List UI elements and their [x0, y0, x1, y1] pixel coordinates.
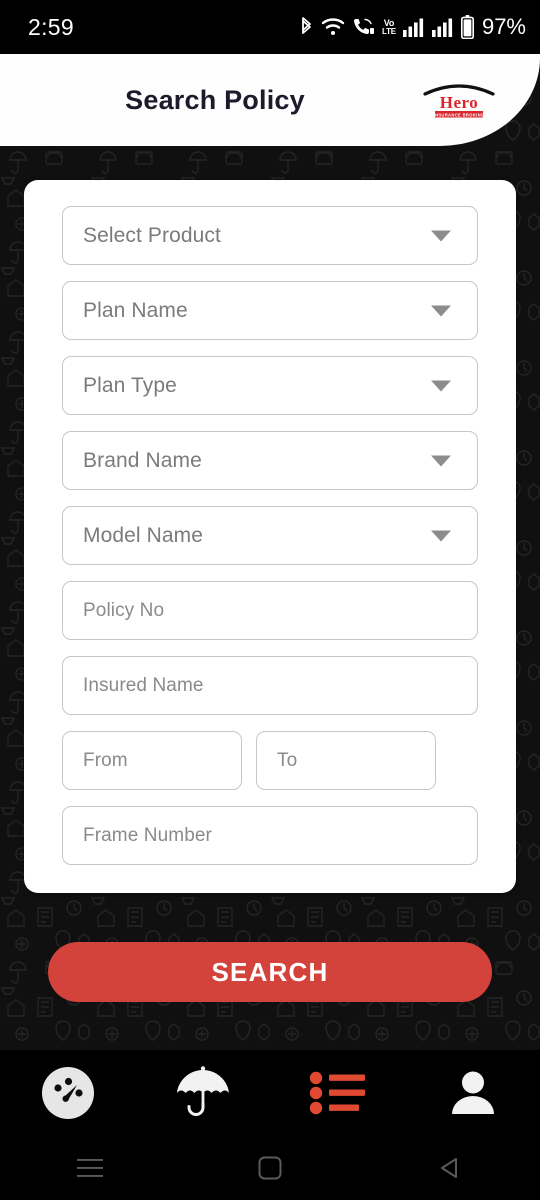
call-icon	[352, 17, 375, 38]
chevron-down-icon[interactable]	[431, 305, 451, 316]
date-range-row: From To	[62, 731, 478, 790]
hamburger-icon[interactable]	[77, 1157, 103, 1179]
nav-item-list[interactable]	[270, 1050, 405, 1136]
bottom-navigation-bar	[0, 1050, 540, 1136]
model-name-placeholder: Model Name	[83, 523, 204, 547]
plan-name-placeholder: Plan Name	[83, 298, 188, 322]
home-button[interactable]	[180, 1136, 360, 1200]
hero-logo: Hero INSURANCE BROKING	[422, 80, 496, 120]
status-bar: 2:59 Vo LTE 97%	[0, 0, 540, 54]
page-title: Search Policy	[125, 84, 305, 115]
status-icon-group: Vo LTE 97%	[299, 14, 526, 40]
frame-number-placeholder: Frame Number	[83, 824, 212, 846]
plan-type-placeholder: Plan Type	[83, 373, 177, 397]
volte-icon: Vo LTE	[382, 17, 396, 36]
insured-name-placeholder: Insured Name	[83, 674, 204, 696]
search-form-card: Select Product Plan Name Plan Type Brand…	[24, 180, 516, 893]
android-navigation-bar	[0, 1136, 540, 1200]
battery-percent: 97%	[481, 14, 526, 39]
select-product-dropdown[interactable]: Select Product	[62, 206, 478, 265]
person-icon[interactable]	[446, 1066, 500, 1120]
umbrella-icon[interactable]	[172, 1062, 234, 1124]
from-date-input[interactable]: From	[62, 731, 242, 790]
square-icon[interactable]	[258, 1156, 282, 1180]
plan-type-dropdown[interactable]: Plan Type	[62, 356, 478, 415]
svg-text:Hero: Hero	[440, 93, 479, 112]
nav-item-dashboard[interactable]	[0, 1050, 135, 1136]
from-date-placeholder: From	[83, 749, 128, 771]
nav-item-profile[interactable]	[405, 1050, 540, 1136]
recents-button[interactable]	[0, 1136, 180, 1200]
triangle-left-icon[interactable]	[438, 1156, 462, 1180]
nav-item-policies[interactable]	[135, 1050, 270, 1136]
select-product-placeholder: Select Product	[83, 223, 221, 247]
list-icon[interactable]	[309, 1069, 367, 1117]
chevron-down-icon[interactable]	[431, 230, 451, 241]
wifi-icon	[321, 17, 345, 37]
speedometer-icon[interactable]	[41, 1066, 95, 1120]
svg-text:INSURANCE BROKING: INSURANCE BROKING	[434, 112, 485, 117]
signal-bars-icon-1	[402, 17, 425, 37]
plan-name-dropdown[interactable]: Plan Name	[62, 281, 478, 340]
signal-bars-icon-2	[431, 17, 454, 37]
chevron-down-icon[interactable]	[431, 530, 451, 541]
chevron-down-icon[interactable]	[431, 455, 451, 466]
chevron-down-icon[interactable]	[431, 380, 451, 391]
battery-icon	[460, 15, 474, 39]
to-date-placeholder: To	[277, 749, 298, 771]
policy-no-input[interactable]: Policy No	[62, 581, 478, 640]
to-date-input[interactable]: To	[256, 731, 436, 790]
insured-name-input[interactable]: Insured Name	[62, 656, 478, 715]
policy-no-placeholder: Policy No	[83, 599, 165, 621]
status-time: 2:59	[28, 13, 74, 40]
phone-screen: 2:59 Vo LTE 97% Search Policy Hero INSUR…	[0, 0, 540, 1200]
bluetooth-icon	[299, 16, 314, 38]
search-button[interactable]: SEARCH	[48, 942, 492, 1002]
model-name-dropdown[interactable]: Model Name	[62, 506, 478, 565]
brand-name-dropdown[interactable]: Brand Name	[62, 431, 478, 490]
back-button[interactable]	[360, 1136, 540, 1200]
brand-name-placeholder: Brand Name	[83, 448, 202, 472]
frame-number-input[interactable]: Frame Number	[62, 806, 478, 865]
